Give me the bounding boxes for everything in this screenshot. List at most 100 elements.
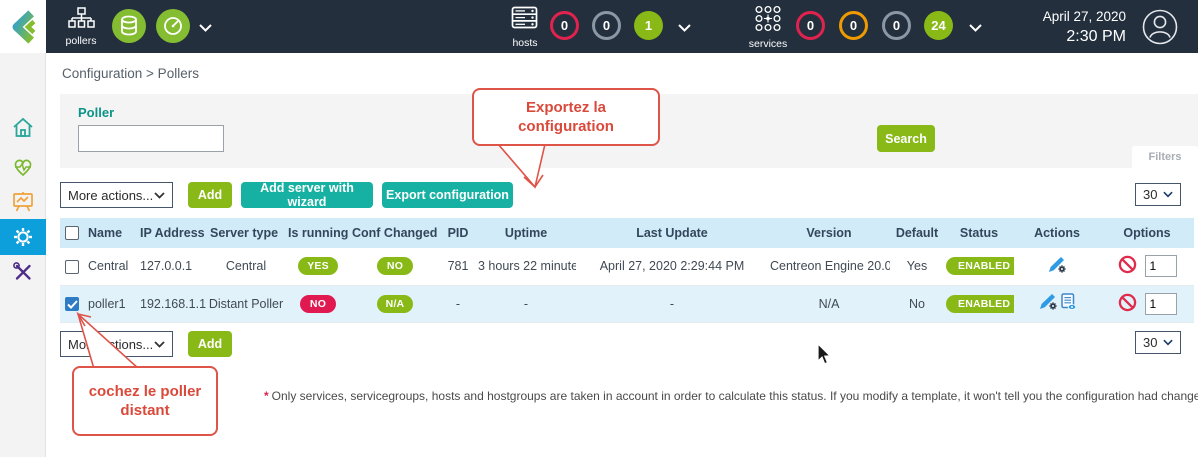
status-badge: ENABLED xyxy=(946,257,1014,275)
services-warning-counter[interactable]: 0 xyxy=(839,11,868,40)
row-checkbox[interactable] xyxy=(65,260,79,274)
services-icon xyxy=(754,5,782,32)
edit-poller-icon[interactable] xyxy=(1038,293,1058,314)
breadcrumb[interactable]: Configuration > Pollers xyxy=(62,66,199,81)
table-row: poller1 192.168.1.19 Distant Poller NO N… xyxy=(60,285,1194,322)
column-header-server-type[interactable]: Server type xyxy=(206,218,286,248)
hosts-unreachable-counter[interactable]: 0 xyxy=(592,11,621,40)
footnote-asterisk: * xyxy=(264,389,269,403)
home-icon xyxy=(11,116,35,140)
services-critical-counter[interactable]: 0 xyxy=(796,11,825,40)
services-ok-counter[interactable]: 24 xyxy=(924,11,953,40)
add-button[interactable]: Add xyxy=(188,182,232,208)
is-running-badge: NO xyxy=(300,295,336,313)
cell-pid: - xyxy=(440,285,476,322)
pollers-label: pollers xyxy=(58,35,104,47)
conf-changed-badge: N/A xyxy=(377,295,414,313)
table-row: Central 127.0.0.1 Central YES NO 781 3 h… xyxy=(60,248,1194,285)
is-running-badge: YES xyxy=(298,257,338,275)
hosts-up-counter[interactable]: 1 xyxy=(634,11,663,40)
page-size-select-bottom[interactable]: 30 xyxy=(1135,331,1181,354)
sidebar-item-administration[interactable] xyxy=(0,254,46,290)
cell-pid: 781 xyxy=(440,248,476,285)
pollers-icon xyxy=(68,7,95,29)
hosts-dropdown-chevron-icon[interactable] xyxy=(678,24,691,32)
page-size-select-top[interactable]: 30 xyxy=(1135,183,1181,206)
hosts-icon xyxy=(511,6,539,31)
column-header-status[interactable]: Status xyxy=(944,218,1014,248)
cell-uptime: 3 hours 22 minutes xyxy=(476,248,576,285)
more-actions-select-bottom[interactable]: More actions... xyxy=(60,331,173,357)
status-badge: ENABLED xyxy=(946,295,1014,313)
cell-last-update: - xyxy=(576,285,768,322)
column-header-conf-changed[interactable]: Conf Changed* xyxy=(350,218,440,248)
cell-server-type: Distant Poller xyxy=(206,285,286,322)
column-header-default[interactable]: Default xyxy=(890,218,944,248)
search-button[interactable]: Search xyxy=(877,125,935,152)
select-all-checkbox[interactable] xyxy=(65,226,79,240)
centreon-logo-icon xyxy=(6,7,40,47)
column-header-last-update[interactable]: Last Update xyxy=(576,218,768,248)
cell-default: No xyxy=(890,285,944,322)
database-glyph xyxy=(119,15,139,37)
export-configuration-button[interactable]: Export configuration xyxy=(382,182,513,208)
sidebar-item-configuration[interactable] xyxy=(0,219,46,255)
cell-version: Centreon Engine 20.04.0 xyxy=(768,248,890,285)
cell-ip: 192.168.1.19 xyxy=(136,285,206,322)
conf-changed-badge: NO xyxy=(377,257,413,275)
hosts-label: hosts xyxy=(503,37,547,49)
clock: April 27, 2020 2:30 PM xyxy=(1008,7,1126,47)
more-actions-select[interactable]: More actions... xyxy=(60,182,173,208)
current-time: 2:30 PM xyxy=(1008,26,1126,47)
column-header-options[interactable]: Options xyxy=(1100,218,1194,248)
cell-default: Yes xyxy=(890,248,944,285)
services-dropdown-chevron-icon[interactable] xyxy=(969,24,982,32)
column-header-ip[interactable]: IP Address xyxy=(136,218,206,248)
centreon-logo[interactable] xyxy=(0,0,46,53)
row-checkbox[interactable] xyxy=(65,297,79,311)
user-avatar-icon[interactable] xyxy=(1141,8,1179,46)
services-label: services xyxy=(742,38,794,50)
column-header-uptime[interactable]: Uptime xyxy=(476,218,576,248)
poller-filter-input[interactable] xyxy=(78,125,224,152)
disable-poller-icon[interactable] xyxy=(1118,293,1137,315)
duplicate-count-input[interactable] xyxy=(1145,293,1177,315)
sidebar xyxy=(0,53,46,457)
pollers-menu[interactable]: pollers xyxy=(58,0,104,53)
hosts-menu[interactable]: hosts xyxy=(503,0,547,53)
cell-name[interactable]: poller1 xyxy=(84,285,136,322)
poller-filter-label: Poller xyxy=(78,105,114,120)
gear-icon xyxy=(11,225,35,249)
view-configuration-icon[interactable] xyxy=(1061,293,1077,314)
column-header-version[interactable]: Version xyxy=(768,218,890,248)
column-header-actions[interactable]: Actions xyxy=(1014,218,1100,248)
cell-name[interactable]: Central xyxy=(84,248,136,285)
select-chevron-icon xyxy=(1163,191,1173,198)
poller-dropdown-chevron-icon[interactable] xyxy=(199,24,212,32)
cell-last-update: April 27, 2020 2:29:44 PM xyxy=(576,248,768,285)
column-header-is-running[interactable]: Is running ? xyxy=(286,218,350,248)
add-button-bottom[interactable]: Add xyxy=(188,331,232,357)
sidebar-item-reporting[interactable] xyxy=(0,184,46,220)
services-menu[interactable]: services xyxy=(742,0,794,53)
check-icon xyxy=(67,300,78,309)
add-server-wizard-button[interactable]: Add server with wizard xyxy=(241,182,373,208)
cell-ip: 127.0.0.1 xyxy=(136,248,206,285)
edit-poller-icon[interactable] xyxy=(1047,256,1067,277)
disable-poller-icon[interactable] xyxy=(1118,255,1137,277)
table-header-row: Name IP Address Server type Is running ?… xyxy=(60,218,1194,248)
sidebar-item-home[interactable] xyxy=(0,110,46,146)
column-header-name[interactable]: Name xyxy=(84,218,136,248)
services-unknown-counter[interactable]: 0 xyxy=(882,11,911,40)
database-status-icon[interactable] xyxy=(112,9,146,43)
presentation-chart-icon xyxy=(11,190,35,214)
engine-status-icon[interactable] xyxy=(156,9,190,43)
heartbeat-icon xyxy=(11,155,35,179)
column-header-pid[interactable]: PID xyxy=(440,218,476,248)
sidebar-item-monitoring[interactable] xyxy=(0,149,46,185)
hosts-down-counter[interactable]: 0 xyxy=(550,11,579,40)
annotation-export-callout: Exportez la configuration xyxy=(472,88,660,146)
duplicate-count-input[interactable] xyxy=(1145,255,1177,277)
filters-tab[interactable]: Filters xyxy=(1132,146,1198,168)
tools-icon xyxy=(11,260,35,284)
